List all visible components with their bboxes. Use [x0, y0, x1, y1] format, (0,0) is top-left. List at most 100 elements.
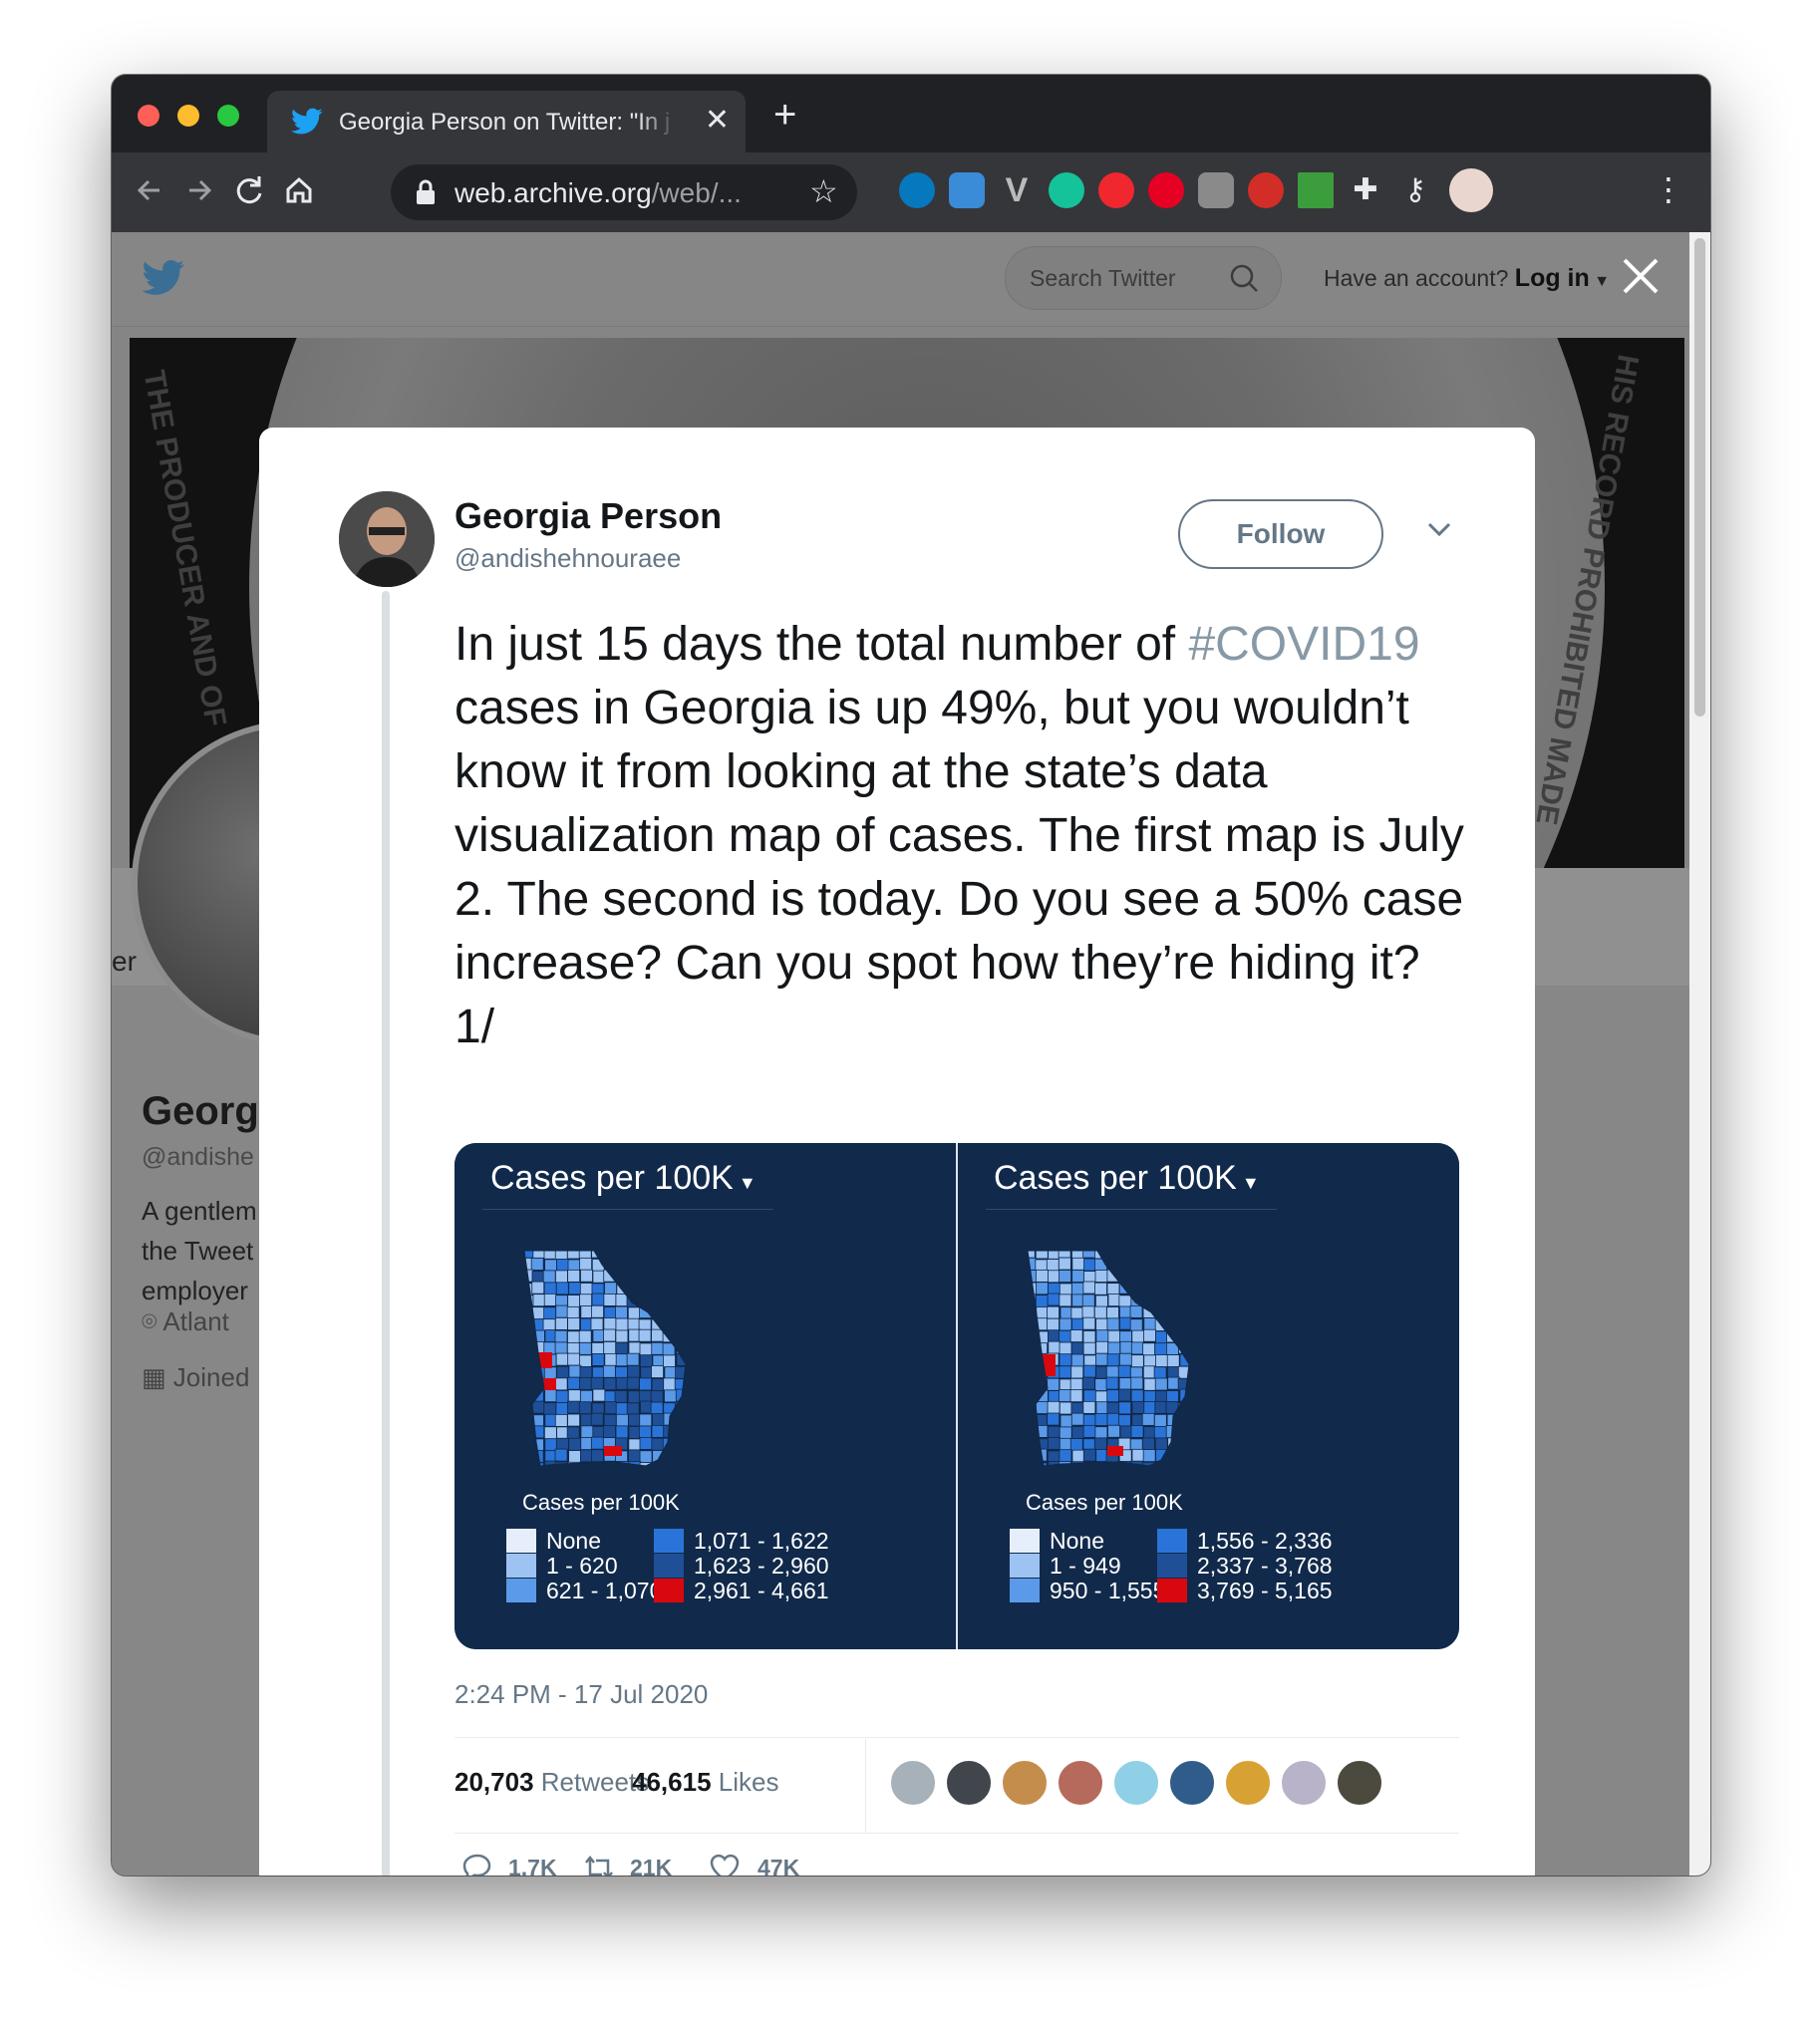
legend-swatch: [1010, 1528, 1040, 1553]
tweet-media[interactable]: Cases per 100K ▼ Cases per 100K None 1 - …: [455, 1143, 1459, 1649]
liker-avatar[interactable]: [1057, 1759, 1104, 1807]
legend-swatch: [1157, 1553, 1187, 1578]
login-link[interactable]: Log in: [1515, 264, 1590, 292]
camera-icon[interactable]: [1198, 172, 1234, 208]
likers-avatars: [889, 1759, 1447, 1809]
grammarly-icon[interactable]: [1049, 172, 1084, 208]
v-icon[interactable]: V: [999, 172, 1035, 208]
legend-label: 3,769 - 5,165: [1197, 1578, 1333, 1603]
login-caret-icon: ▼: [1589, 273, 1611, 290]
background-profile-joined: ▦ Joined: [142, 1362, 249, 1393]
liker-avatar[interactable]: [889, 1759, 937, 1807]
follow-button[interactable]: Follow: [1178, 499, 1383, 569]
liker-avatar[interactable]: [945, 1759, 993, 1807]
close-tab-icon[interactable]: ✕: [705, 105, 730, 137]
author-handle[interactable]: @andishehnouraee: [455, 543, 681, 574]
legend-swatch: [654, 1528, 684, 1553]
like-count[interactable]: 47K: [758, 1855, 799, 1876]
map-title-underline: [986, 1209, 1277, 1210]
twitter-header: Search Twitter Have an account? Log in ▼: [112, 232, 1689, 327]
liker-avatar[interactable]: [1224, 1759, 1272, 1807]
new-tab-button[interactable]: +: [773, 93, 796, 137]
legend-item: 621 - 1,070: [506, 1576, 662, 1605]
reply-count[interactable]: 1.7K: [508, 1855, 557, 1876]
s-icon[interactable]: [949, 172, 985, 208]
georgia-map: [1027, 1250, 1190, 1467]
liker-avatar[interactable]: [1336, 1759, 1383, 1807]
search-icon[interactable]: [1229, 263, 1259, 293]
tweet-text-part: cases in Georgia is up 49%, but you woul…: [455, 682, 1464, 1053]
retweets-stat[interactable]: 20,703 Retweets: [455, 1767, 649, 1798]
chevron-down-icon[interactable]: [1425, 519, 1453, 539]
divider: [455, 1833, 1459, 1834]
browser-window: Georgia Person on Twitter: "In j ✕ + web…: [112, 75, 1710, 1876]
author-name[interactable]: Georgia Person: [455, 495, 722, 537]
likes-stat[interactable]: 46,615 Likes: [632, 1767, 778, 1798]
legend-swatch: [654, 1553, 684, 1578]
liker-avatar[interactable]: [1001, 1759, 1049, 1807]
background-profile-location: ⌾ Atlant: [142, 1306, 229, 1338]
legend-label: 621 - 1,070: [546, 1578, 663, 1603]
legend-swatch: [506, 1553, 536, 1578]
puzzle-icon[interactable]: ✚: [1348, 172, 1383, 208]
pinterest-icon[interactable]: [1148, 172, 1184, 208]
browser-toolbar: web.archive.org/web/... ☆ V ✚ ⚷ ⋮: [112, 152, 1710, 232]
reload-icon[interactable]: [229, 170, 269, 210]
tab-bar: Georgia Person on Twitter: "In j ✕ +: [112, 75, 1710, 152]
liker-avatar[interactable]: [1280, 1759, 1328, 1807]
browser-tab[interactable]: Georgia Person on Twitter: "In j ✕: [267, 91, 746, 152]
retweet-icon[interactable]: [582, 1851, 616, 1876]
legend-swatch: [1157, 1578, 1187, 1602]
x-icon[interactable]: [1298, 172, 1334, 208]
tweet-text-part: In just 15 days the total number of: [455, 618, 1189, 671]
drupal-icon[interactable]: [899, 172, 935, 208]
divider: [865, 1739, 866, 1833]
reply-icon[interactable]: [460, 1851, 494, 1876]
address-bar[interactable]: web.archive.org/web/... ☆: [391, 164, 857, 220]
liker-avatar[interactable]: [1168, 1759, 1216, 1807]
background-profile-name: Georg: [142, 1089, 259, 1133]
adblock-icon[interactable]: [1098, 172, 1134, 208]
bookmark-star-icon[interactable]: ☆: [809, 172, 838, 210]
liker-avatar[interactable]: [1112, 1759, 1160, 1807]
author-avatar[interactable]: [339, 491, 435, 587]
home-icon[interactable]: [279, 170, 319, 210]
banner-text-left: THE PRODUCER AND OF: [137, 368, 232, 729]
legend-title: Cases per 100K: [1026, 1490, 1183, 1515]
map-title-text: Cases per 100K: [994, 1159, 1237, 1197]
close-modal-icon[interactable]: [1621, 256, 1661, 296]
map-title: Cases per 100K ▼: [490, 1159, 757, 1198]
scrollbar-thumb[interactable]: [1694, 238, 1705, 717]
twitter-logo-icon[interactable]: [142, 260, 185, 296]
lock-icon: [417, 179, 435, 204]
close-window-button[interactable]: [138, 105, 159, 127]
map-title-text: Cases per 100K: [490, 1159, 734, 1197]
calendar-icon: ▦: [142, 1362, 173, 1392]
maximize-window-button[interactable]: [217, 105, 239, 127]
tweet-text: In just 15 days the total number of #COV…: [455, 613, 1471, 1059]
key-icon[interactable]: ⚷: [1397, 172, 1433, 208]
retweet-count[interactable]: 21K: [630, 1855, 672, 1876]
joined-text: Joined: [172, 1362, 250, 1392]
search-input[interactable]: Search Twitter: [1005, 246, 1282, 310]
forward-icon[interactable]: [179, 170, 219, 210]
back-icon[interactable]: [130, 170, 169, 210]
hashtag-link[interactable]: #COVID19: [1188, 618, 1419, 671]
map-panel-today[interactable]: Cases per 100K ▼ Cases per 100K None 1 - …: [958, 1143, 1459, 1649]
map-panel-july-2[interactable]: Cases per 100K ▼ Cases per 100K None 1 - …: [455, 1143, 956, 1649]
tweet-modal: Georgia Person @andishehnouraee Follow I…: [259, 428, 1535, 1876]
map-title: Cases per 100K ▼: [994, 1159, 1260, 1198]
legend-swatch: [1010, 1578, 1040, 1602]
twitter-bird-icon: [291, 108, 323, 135]
legend-swatch: [1157, 1528, 1187, 1553]
legend-item: 3,769 - 5,165: [1157, 1576, 1333, 1605]
retweets-count: 20,703: [455, 1767, 534, 1797]
tweet-timestamp[interactable]: 2:24 PM - 17 Jul 2020: [455, 1679, 708, 1710]
lastpass-icon[interactable]: [1248, 172, 1284, 208]
map-title-underline: [482, 1209, 773, 1210]
profile-avatar-icon[interactable]: [1449, 168, 1493, 212]
menu-kebab-icon[interactable]: ⋮: [1653, 172, 1684, 206]
author-avatar-image: [339, 491, 435, 587]
heart-icon[interactable]: [708, 1851, 742, 1876]
minimize-window-button[interactable]: [177, 105, 199, 127]
